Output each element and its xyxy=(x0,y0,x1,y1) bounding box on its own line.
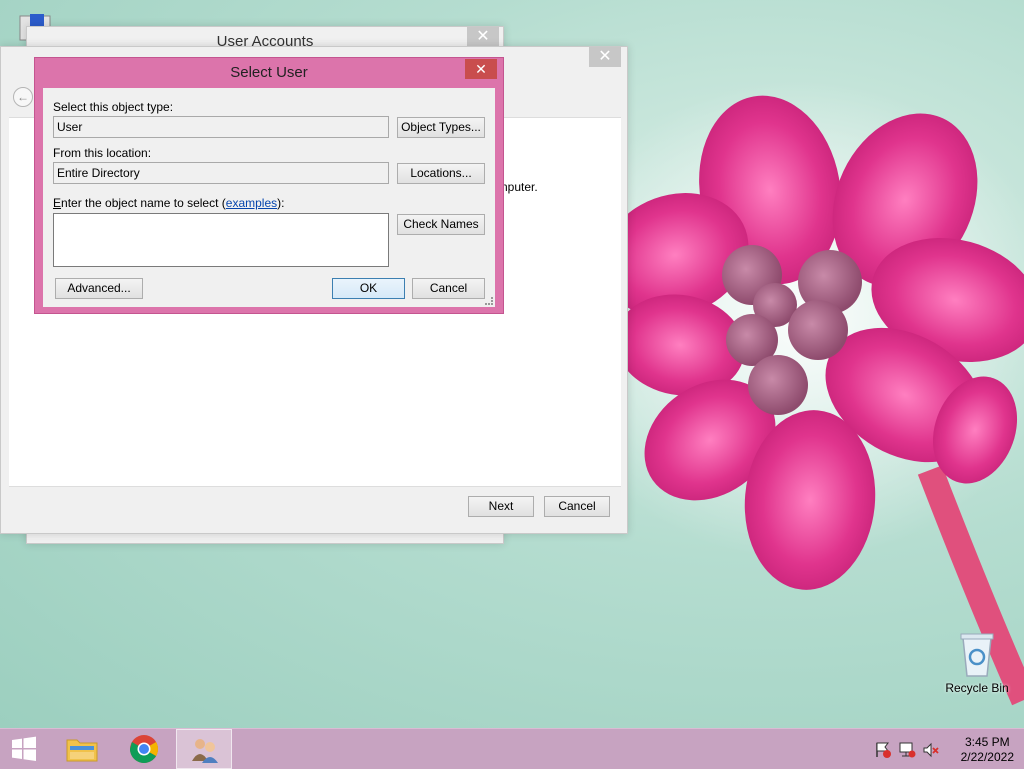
close-button[interactable]: ✕ xyxy=(465,59,497,79)
close-button[interactable]: ✕ xyxy=(589,47,621,67)
close-icon: ✕ xyxy=(475,61,487,77)
object-type-label: Select this object type: xyxy=(53,100,174,114)
locations-button[interactable]: Locations... xyxy=(397,163,485,184)
object-name-input[interactable] xyxy=(53,213,389,267)
taskbar: 3:45 PM 2/22/2022 xyxy=(0,728,1024,769)
close-button[interactable]: ✕ xyxy=(467,27,499,47)
chrome-icon xyxy=(130,735,158,763)
clock-date: 2/22/2022 xyxy=(960,750,1014,764)
select-user-dialog[interactable]: Select User ✕ Select this object type: U… xyxy=(34,57,504,314)
object-type-field: User xyxy=(53,116,389,138)
location-field: Entire Directory xyxy=(53,162,389,184)
resize-grip[interactable] xyxy=(485,297,493,305)
system-clock[interactable]: 3:45 PM 2/22/2022 xyxy=(961,735,1014,765)
object-types-button[interactable]: Object Types... xyxy=(397,117,485,138)
windows-logo-icon xyxy=(12,736,36,761)
action-center-flag-icon[interactable] xyxy=(874,741,892,759)
object-name-label: Enter the object name to select (example… xyxy=(53,196,284,210)
object-name-label-accesskey: E xyxy=(53,196,62,210)
wizard-text-fragment: nputer. xyxy=(501,180,538,194)
back-arrow-icon: ← xyxy=(17,90,29,104)
advanced-button[interactable]: Advanced... xyxy=(55,278,143,299)
next-button[interactable]: Next xyxy=(468,496,534,517)
start-button[interactable] xyxy=(0,729,48,769)
check-names-button[interactable]: Check Names xyxy=(397,214,485,235)
users-icon xyxy=(192,739,218,763)
taskbar-chrome[interactable] xyxy=(116,729,172,769)
dialog-body: Select this object type: User Object Typ… xyxy=(43,88,495,307)
object-name-label-suffix: ): xyxy=(277,196,285,210)
ok-button[interactable]: OK xyxy=(332,278,405,299)
recycle-bin-label: Recycle Bin xyxy=(945,681,1009,695)
cancel-button[interactable]: Cancel xyxy=(544,496,610,517)
back-button[interactable]: ← xyxy=(13,87,33,107)
folder-icon xyxy=(66,739,98,762)
location-label: From this location: xyxy=(53,146,152,160)
recycle-bin-icon xyxy=(960,633,994,677)
volume-muted-icon[interactable] xyxy=(922,741,940,759)
network-icon[interactable] xyxy=(898,741,916,759)
clock-time: 3:45 PM xyxy=(964,735,1010,749)
taskbar-user-accounts[interactable] xyxy=(176,729,232,769)
close-icon: ✕ xyxy=(476,28,490,45)
object-name-label-text: nter the object name to select ( xyxy=(61,196,226,210)
dialog-title: Select User xyxy=(230,64,308,81)
cancel-button[interactable]: Cancel xyxy=(412,278,485,299)
taskbar-file-explorer[interactable] xyxy=(54,729,110,769)
examples-link[interactable]: examples xyxy=(226,196,277,210)
recycle-bin-shortcut[interactable]: Recycle Bin xyxy=(942,630,1012,700)
close-icon: ✕ xyxy=(598,48,612,65)
